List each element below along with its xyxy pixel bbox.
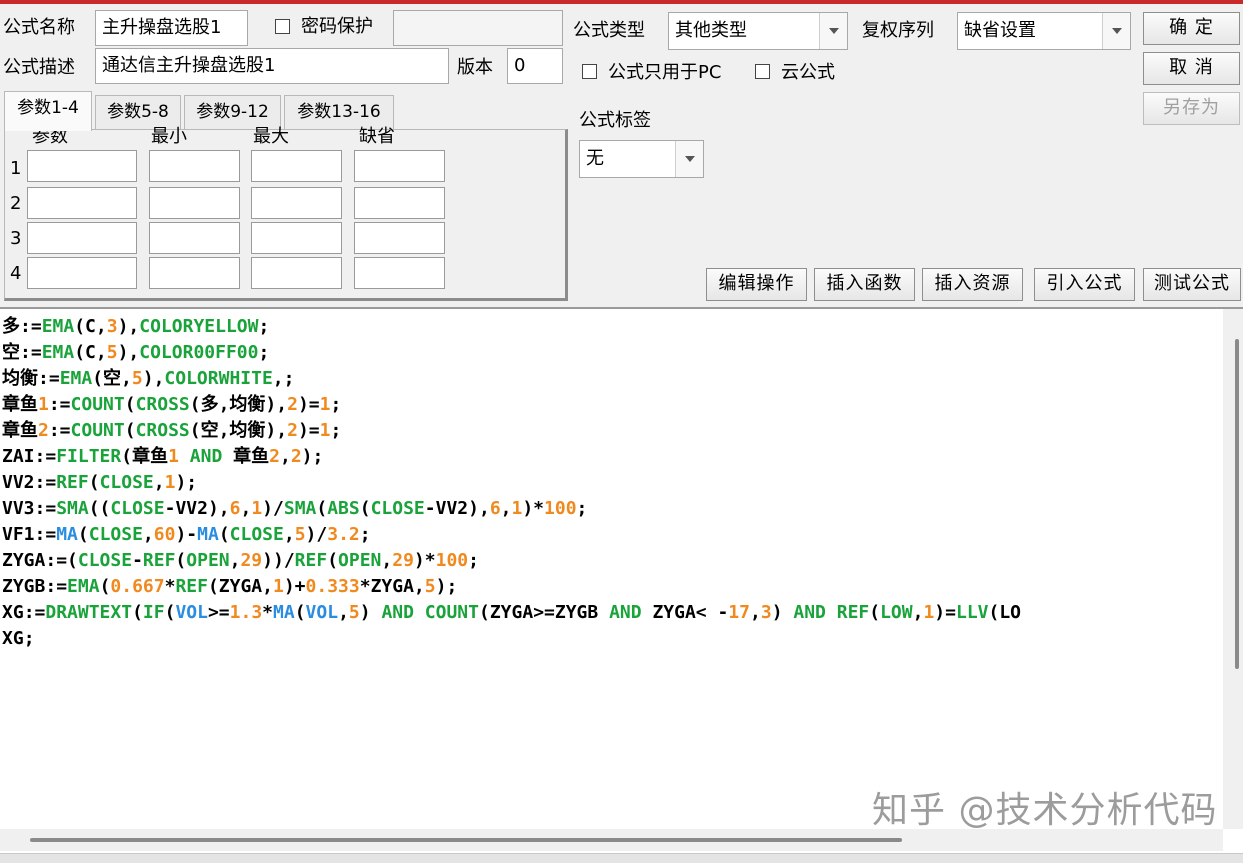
param-header-default: 缺省 xyxy=(359,126,395,147)
param-3-min-input[interactable] xyxy=(149,222,240,254)
ok-button[interactable]: 确 定 xyxy=(1143,12,1240,45)
code-line[interactable]: ZYGA:=(CLOSE-REF(OPEN,29))/REF(OPEN,29)*… xyxy=(2,548,1021,574)
insert-function-button[interactable]: 插入函数 xyxy=(814,268,915,301)
title-accent-bar xyxy=(0,0,1243,4)
param-2-default-input[interactable] xyxy=(354,187,445,219)
param-row-number: 2 xyxy=(10,193,22,214)
param-3-name-input[interactable] xyxy=(27,222,137,254)
param-1-max-input[interactable] xyxy=(251,150,342,182)
cloud-label: 云公式 xyxy=(781,62,835,83)
formula-type-value: 其他类型 xyxy=(675,20,747,41)
insert-resource-button[interactable]: 插入资源 xyxy=(922,268,1023,301)
code-line[interactable]: XG; xyxy=(2,626,1021,652)
param-row-number: 1 xyxy=(10,158,22,179)
chevron-down-icon[interactable] xyxy=(675,141,703,177)
pc-only-checkbox[interactable] xyxy=(582,64,597,79)
description-input[interactable]: 通达信主升操盘选股1 xyxy=(95,48,449,84)
version-label: 版本 xyxy=(457,57,493,78)
code-line[interactable]: 章鱼1:=COUNT(CROSS(多,均衡),2)=1; xyxy=(2,392,1021,418)
horizontal-scroll-thumb[interactable] xyxy=(30,838,902,842)
param-1-min-input[interactable] xyxy=(149,150,240,182)
code-line[interactable]: 均衡:=EMA(空,5),COLORWHITE,; xyxy=(2,366,1021,392)
chevron-down-icon[interactable] xyxy=(1102,13,1130,49)
code-line[interactable]: VV2:=REF(CLOSE,1); xyxy=(2,470,1021,496)
param-header-min: 最小 xyxy=(151,126,187,147)
cloud-checkbox[interactable] xyxy=(755,64,770,79)
edit-operations-button[interactable]: 编辑操作 xyxy=(706,268,807,301)
code-line[interactable]: ZYGB:=EMA(0.667*REF(ZYGA,1)+0.333*ZYGA,5… xyxy=(2,574,1021,600)
param-4-default-input[interactable] xyxy=(354,257,445,289)
status-bar xyxy=(0,853,1243,863)
param-row-number: 4 xyxy=(10,263,22,284)
param-1-default-input[interactable] xyxy=(354,150,445,182)
tab-params-1-4[interactable]: 参数1-4 xyxy=(4,91,92,131)
param-row-number: 3 xyxy=(10,228,22,249)
chevron-down-icon[interactable] xyxy=(819,13,847,49)
rights-label: 复权序列 xyxy=(862,20,934,41)
param-2-min-input[interactable] xyxy=(149,187,240,219)
password-input[interactable] xyxy=(393,10,563,46)
cancel-button[interactable]: 取 消 xyxy=(1143,52,1240,85)
tag-select[interactable]: 无 xyxy=(579,140,704,178)
password-checkbox[interactable] xyxy=(275,19,290,34)
param-4-max-input[interactable] xyxy=(251,257,342,289)
code-line[interactable]: XG:=DRAWTEXT(IF(VOL>=1.3*MA(VOL,5) AND C… xyxy=(2,600,1021,626)
tab-params-9-12[interactable]: 参数9-12 xyxy=(184,95,281,129)
code-line[interactable]: 章鱼2:=COUNT(CROSS(空,均衡),2)=1; xyxy=(2,418,1021,444)
vertical-scrollbar[interactable] xyxy=(1223,309,1243,829)
vertical-scroll-thumb[interactable] xyxy=(1235,339,1239,669)
code-line[interactable]: ZAI:=FILTER(章鱼1 AND 章鱼2,2); xyxy=(2,444,1021,470)
tag-label: 公式标签 xyxy=(579,110,651,131)
param-2-max-input[interactable] xyxy=(251,187,342,219)
param-header-max: 最大 xyxy=(253,126,289,147)
horizontal-scrollbar[interactable] xyxy=(0,829,1223,851)
watermark: 知乎 @技术分析代码 xyxy=(872,790,1218,831)
version-input[interactable]: 0 xyxy=(507,48,563,84)
description-label: 公式描述 xyxy=(3,57,75,78)
test-formula-button[interactable]: 测试公式 xyxy=(1143,268,1241,301)
formula-name-input[interactable]: 主升操盘选股1 xyxy=(95,10,248,46)
tag-value: 无 xyxy=(586,148,604,169)
code-line[interactable]: 多:=EMA(C,3),COLORYELLOW; xyxy=(2,314,1021,340)
pc-only-label: 公式只用于PC xyxy=(608,62,722,83)
password-label: 密码保护 xyxy=(301,16,373,37)
rights-value: 缺省设置 xyxy=(964,20,1036,41)
param-4-name-input[interactable] xyxy=(27,257,137,289)
formula-type-label: 公式类型 xyxy=(573,20,645,41)
tab-params-5-8[interactable]: 参数5-8 xyxy=(95,95,181,129)
param-4-min-input[interactable] xyxy=(149,257,240,289)
save-as-button[interactable]: 另存为 xyxy=(1143,92,1240,125)
code-line[interactable]: VV3:=SMA((CLOSE-VV2),6,1)/SMA(ABS(CLOSE-… xyxy=(2,496,1021,522)
code-line[interactable]: 空:=EMA(C,5),COLOR00FF00; xyxy=(2,340,1021,366)
formula-name-label: 公式名称 xyxy=(3,17,75,38)
formula-type-select[interactable]: 其他类型 xyxy=(668,12,848,50)
tab-params-13-16[interactable]: 参数13-16 xyxy=(284,95,394,129)
code-editor[interactable]: 多:=EMA(C,3),COLORYELLOW; 空:=EMA(C,5),COLO… xyxy=(0,307,1243,863)
import-formula-button[interactable]: 引入公式 xyxy=(1034,268,1135,301)
code-line[interactable]: VF1:=MA(CLOSE,60)-MA(CLOSE,5)/3.2; xyxy=(2,522,1021,548)
param-3-default-input[interactable] xyxy=(354,222,445,254)
code-content[interactable]: 多:=EMA(C,3),COLORYELLOW; 空:=EMA(C,5),COLO… xyxy=(2,314,1021,652)
param-1-name-input[interactable] xyxy=(27,150,137,182)
param-3-max-input[interactable] xyxy=(251,222,342,254)
rights-select[interactable]: 缺省设置 xyxy=(957,12,1131,50)
param-2-name-input[interactable] xyxy=(27,187,137,219)
